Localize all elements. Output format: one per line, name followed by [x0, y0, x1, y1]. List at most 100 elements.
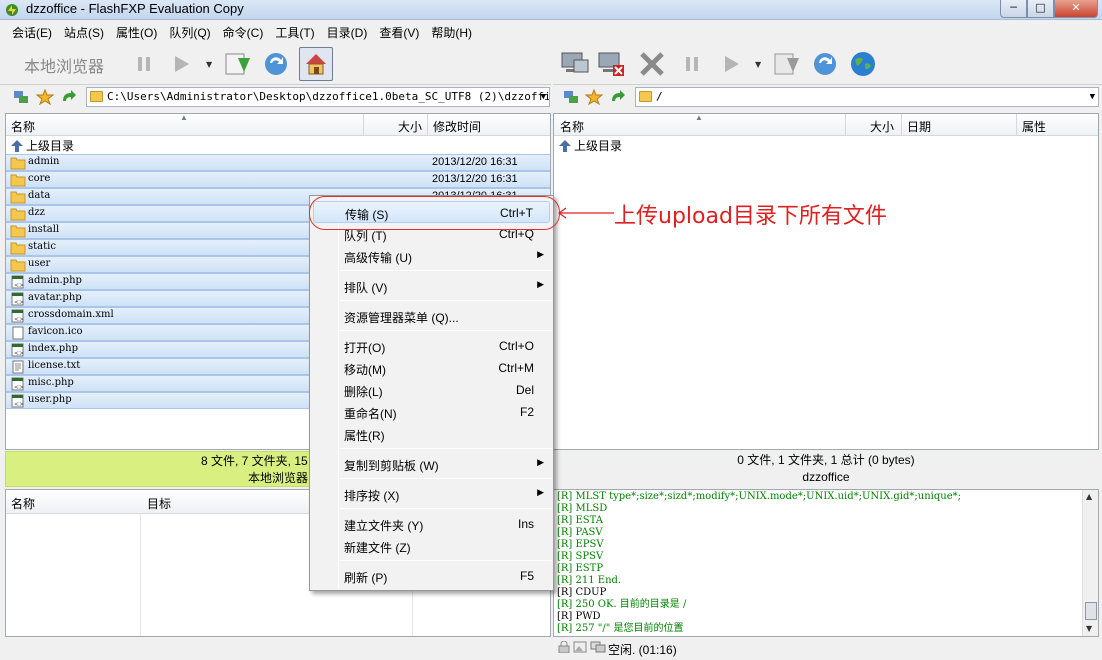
- svg-text:<>: <>: [14, 384, 24, 391]
- abort-button[interactable]: [635, 47, 669, 81]
- col-name[interactable]: 名称: [11, 118, 35, 135]
- menu-separator: [340, 478, 552, 479]
- sort-asc-icon: ▲: [695, 113, 703, 122]
- menu-tools[interactable]: 工具(T): [269, 24, 320, 41]
- submenu-arrow-icon: ▶: [537, 249, 544, 259]
- pause-button[interactable]: [127, 47, 161, 81]
- log-line: [R] EPSV: [557, 539, 604, 550]
- remote-refresh-button[interactable]: [808, 47, 842, 81]
- transfer-dropdown-icon[interactable]: ▼: [206, 60, 212, 69]
- menu-item-shortcut: Ctrl+O: [498, 339, 534, 353]
- menu-view[interactable]: 查看(V): [373, 24, 425, 41]
- disconnect-button[interactable]: [595, 47, 629, 81]
- local-column-header: 名称 ▲ 大小 修改时间: [6, 113, 550, 136]
- svg-text:<>: <>: [14, 282, 24, 289]
- context-menu-item[interactable]: 排队 (V) ▶: [313, 275, 550, 297]
- context-menu-item[interactable]: 建立文件夹 (Y) Ins: [313, 513, 550, 535]
- refresh-icon: [265, 53, 287, 75]
- menu-separator: [340, 330, 552, 331]
- up-directory-row[interactable]: 上级目录: [558, 137, 622, 154]
- file-row-core[interactable]: core 2013/12/20 16:31: [6, 171, 550, 188]
- file-date: 2013/12/20 16:31: [432, 156, 518, 168]
- context-menu-item[interactable]: 打开(O) Ctrl+O: [313, 335, 550, 357]
- computer-icon[interactable]: [562, 89, 580, 105]
- queue-col-name[interactable]: 名称: [11, 495, 35, 512]
- menu-commands[interactable]: 命令(C): [217, 24, 270, 41]
- home-button[interactable]: [299, 47, 333, 81]
- context-menu-item[interactable]: 新建文件 (Z): [313, 535, 550, 557]
- col-date[interactable]: 日期: [907, 118, 931, 135]
- minimize-button[interactable]: ─: [1000, 0, 1027, 18]
- file-date: 2013/12/20 16:31: [432, 173, 518, 185]
- close-button[interactable]: ✕: [1054, 0, 1098, 18]
- menu-queue[interactable]: 队列(Q): [163, 24, 216, 41]
- submenu-arrow-icon: ▶: [537, 487, 544, 497]
- remote-transfer-button[interactable]: [714, 47, 748, 81]
- remote-status-summary: 0 文件, 1 文件夹, 1 总计 (0 bytes): [737, 453, 915, 467]
- session-log[interactable]: [R] MLST type*;size*;sizd*;modify*;UNIX.…: [553, 489, 1099, 637]
- file-name: static: [28, 241, 56, 252]
- menu-item-label: 资源管理器菜单 (Q)...: [344, 311, 459, 325]
- col-size[interactable]: 大小: [870, 118, 894, 135]
- col-size[interactable]: 大小: [398, 118, 422, 135]
- file-name: install: [28, 224, 60, 235]
- parent-dir-icon[interactable]: [60, 89, 78, 105]
- col-name[interactable]: 名称: [560, 118, 584, 135]
- file-icon: [12, 326, 24, 340]
- menu-options[interactable]: 属性(O): [110, 24, 163, 41]
- scroll-up-icon[interactable]: ▲: [1086, 492, 1092, 501]
- col-attr[interactable]: 属性: [1022, 118, 1046, 135]
- connect-button[interactable]: [558, 47, 592, 81]
- log-line: [R] 211 End.: [557, 575, 622, 586]
- queue-col-target[interactable]: 目标: [147, 495, 171, 512]
- context-menu-item[interactable]: 复制到剪贴板 (W) ▶: [313, 453, 550, 475]
- context-menu-item[interactable]: 排序按 (X) ▶: [313, 483, 550, 505]
- context-menu-item[interactable]: 刷新 (P) F5: [313, 565, 550, 587]
- window-title: dzzoffice - FlashFXP Evaluation Copy: [26, 1, 244, 16]
- chevron-down-icon[interactable]: ▼: [1090, 88, 1095, 106]
- remote-path-input[interactable]: / ▼: [635, 87, 1099, 107]
- globe-icon: [851, 52, 875, 76]
- menu-sites[interactable]: 站点(S): [58, 24, 110, 41]
- maximize-button[interactable]: □: [1027, 0, 1054, 18]
- local-path-value: C:\Users\Administrator\Desktop\dzzoffice…: [107, 90, 550, 103]
- favorites-star-icon[interactable]: [585, 89, 603, 105]
- code-file-icon: <>: [11, 275, 24, 289]
- sort-asc-icon: ▲: [180, 113, 188, 122]
- context-menu-item[interactable]: 资源管理器菜单 (Q)...: [313, 305, 550, 327]
- remote-column-header: 名称 ▲ 大小 日期 属性: [554, 113, 1098, 136]
- refresh-button[interactable]: [259, 47, 293, 81]
- file-row-admin[interactable]: admin 2013/12/20 16:31: [6, 154, 550, 171]
- menu-directory[interactable]: 目录(D): [321, 24, 374, 41]
- col-modified[interactable]: 修改时间: [433, 118, 481, 135]
- transfer-button[interactable]: [164, 47, 198, 81]
- favorites-star-icon[interactable]: [36, 89, 54, 105]
- submenu-arrow-icon: ▶: [537, 279, 544, 289]
- chevron-down-icon[interactable]: ▼: [541, 88, 546, 106]
- context-menu-item[interactable]: 删除(L) Del: [313, 379, 550, 401]
- menu-item-label: 排队 (V): [344, 281, 388, 295]
- context-menu-item[interactable]: 移动(M) Ctrl+M: [313, 357, 550, 379]
- computer-icon[interactable]: [12, 89, 30, 105]
- scroll-down-icon[interactable]: ▼: [1086, 624, 1092, 633]
- context-menu-item[interactable]: 属性(R): [313, 423, 550, 445]
- globe-button[interactable]: [846, 47, 880, 81]
- parent-dir-icon[interactable]: [609, 89, 627, 105]
- refresh-icon: [814, 53, 836, 75]
- log-scrollbar[interactable]: ▲ ▼: [1082, 490, 1098, 636]
- menu-separator: [340, 300, 552, 301]
- context-menu-item[interactable]: 高级传输 (U) ▶: [313, 245, 550, 267]
- annotation-arrow-icon: [557, 207, 614, 219]
- menu-help[interactable]: 帮助(H): [425, 24, 478, 41]
- folder-icon: [10, 191, 26, 204]
- menu-session[interactable]: 会话(E): [6, 24, 58, 41]
- folder-icon: [10, 157, 26, 170]
- remote-transfer-dropdown-icon[interactable]: ▼: [755, 60, 761, 69]
- local-path-input[interactable]: C:\Users\Administrator\Desktop\dzzoffice…: [86, 87, 550, 107]
- context-menu-item[interactable]: 重命名(N) F2: [313, 401, 550, 423]
- remote-change-folder-button[interactable]: [770, 47, 804, 81]
- remote-pause-button[interactable]: [675, 47, 709, 81]
- up-directory-row[interactable]: 上级目录: [10, 137, 74, 154]
- scroll-thumb[interactable]: [1085, 602, 1097, 620]
- change-folder-button[interactable]: [221, 47, 255, 81]
